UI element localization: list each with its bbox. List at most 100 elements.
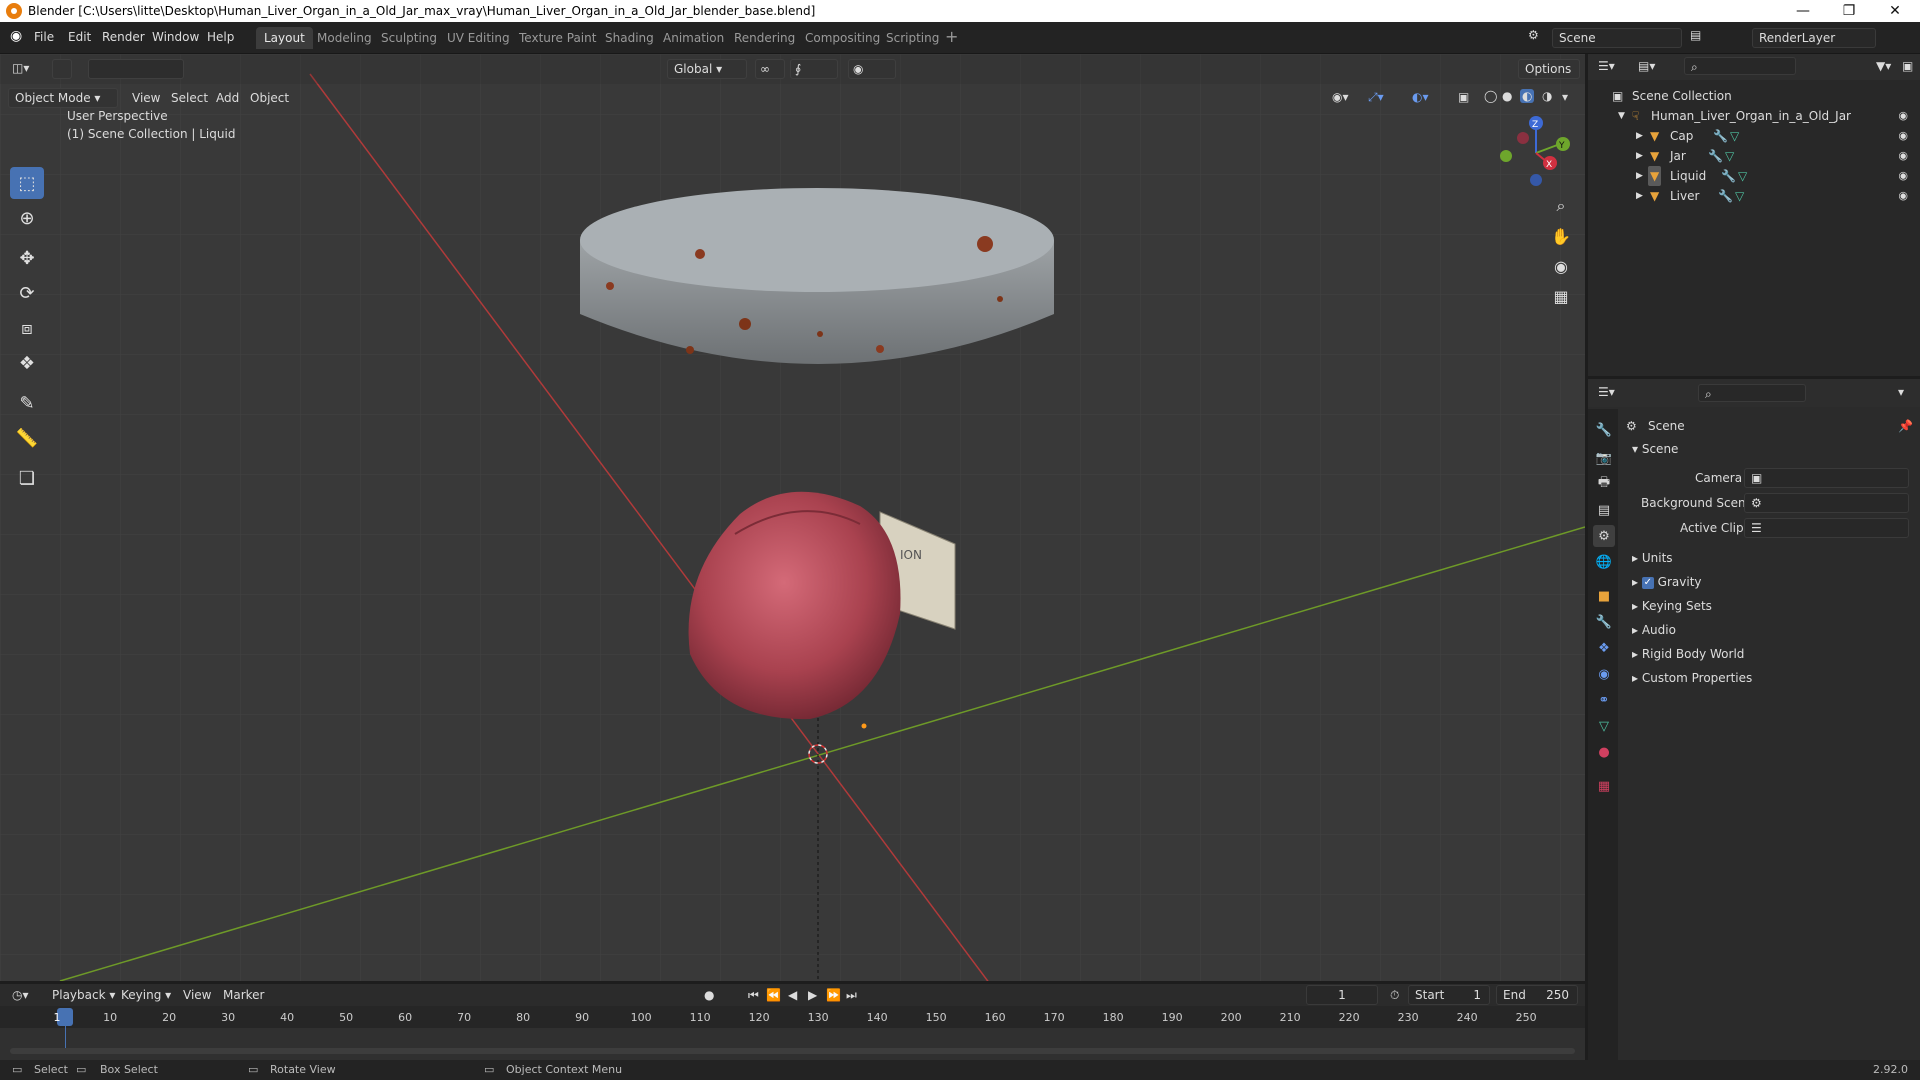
options-dropdown[interactable]: Options xyxy=(1518,59,1580,79)
outliner-row-liver[interactable]: ▶ ▼ Liver 🔧 ▽ ◉ xyxy=(1588,186,1920,206)
perspective-toggle-icon[interactable]: ▦ xyxy=(1547,282,1575,310)
visibility-eye-icon[interactable]: ◉ xyxy=(1898,146,1908,166)
mesh-data-icon[interactable]: ▽ xyxy=(1738,166,1747,186)
mesh-data-icon[interactable]: ▽ xyxy=(1735,186,1744,206)
menu-edit[interactable]: Edit xyxy=(68,30,91,44)
close-button[interactable]: ✕ xyxy=(1872,0,1918,22)
viewport-menu-view[interactable]: View xyxy=(132,91,160,105)
zoom-icon[interactable]: ⌕ xyxy=(1547,192,1575,220)
modifier-tab-icon[interactable]: 🔧 xyxy=(1593,611,1615,633)
outliner-row-cap[interactable]: ▶ ▼ Cap 🔧 ▽ ◉ xyxy=(1588,126,1920,146)
view-layer-tab-icon[interactable]: ▤ xyxy=(1593,499,1615,521)
transform-tool-icon[interactable]: ❖ xyxy=(10,347,44,379)
timeline-editor-type-icon[interactable]: ◷▾ xyxy=(12,988,29,1002)
scene-tab-icon[interactable]: ⚙ xyxy=(1593,525,1615,547)
move-tool-icon[interactable]: ✥ xyxy=(10,242,44,274)
tab-compositing[interactable]: Compositing xyxy=(797,27,888,49)
jump-keyframe-back-icon[interactable]: ⏪ xyxy=(766,988,781,1002)
blender-menu-icon[interactable]: ◉ xyxy=(10,28,22,44)
visibility-eye-icon[interactable]: ◉ xyxy=(1898,106,1908,126)
tab-scripting[interactable]: Scripting xyxy=(878,27,947,49)
output-tab-icon[interactable]: 🖶 xyxy=(1593,473,1615,495)
select-box-tool-icon[interactable]: ⬚ xyxy=(10,167,44,199)
jump-start-icon[interactable]: ⏮ xyxy=(748,988,759,1003)
properties-search-input[interactable]: ⌕ xyxy=(1698,384,1806,402)
tab-modeling[interactable]: Modeling xyxy=(309,27,380,49)
material-tab-icon[interactable]: ● xyxy=(1593,741,1615,763)
restore-button[interactable]: ❐ xyxy=(1826,0,1872,22)
wireframe-shading-icon[interactable]: ◯ xyxy=(1484,89,1497,103)
shading-options-icon[interactable]: ▾ xyxy=(1562,90,1568,104)
gravity-checkbox[interactable]: ✓ xyxy=(1641,576,1654,589)
viewport-menu-object[interactable]: Object xyxy=(250,91,289,105)
visibility-eye-icon[interactable]: ◉ xyxy=(1898,166,1908,186)
camera-field[interactable]: ▣ xyxy=(1744,468,1909,488)
pin-icon[interactable]: 📌 xyxy=(1898,419,1913,433)
particles-tab-icon[interactable]: ❖ xyxy=(1593,637,1615,659)
visibility-eye-icon[interactable]: ◉ xyxy=(1898,186,1908,206)
overlay-toggle-icon[interactable]: ◐▾ xyxy=(1412,90,1429,104)
timeline-scrollbar[interactable] xyxy=(10,1048,1575,1054)
timeline-menu-view[interactable]: View xyxy=(183,988,211,1002)
physics-tab-icon[interactable]: ◉ xyxy=(1593,663,1615,685)
gravity-panel-header[interactable]: ▸ ✓ Gravity xyxy=(1632,575,1702,589)
editor-type-icon[interactable]: ◫▾ xyxy=(12,61,29,75)
mode-dropdown[interactable]: Object Mode ▾ xyxy=(8,88,118,108)
texture-tab-icon[interactable]: ▦ xyxy=(1593,775,1615,797)
outliner-row-scene-collection[interactable]: ▣ Scene Collection xyxy=(1588,86,1920,106)
tab-texture-paint[interactable]: Texture Paint xyxy=(511,27,604,49)
modifier-wrench-icon[interactable]: 🔧 xyxy=(1718,186,1733,206)
tab-rendering[interactable]: Rendering xyxy=(726,27,803,49)
menu-help[interactable]: Help xyxy=(207,30,234,44)
renderlayer-selector[interactable]: RenderLayer xyxy=(1752,28,1876,48)
mesh-data-icon[interactable]: ▽ xyxy=(1725,146,1734,166)
new-collection-icon[interactable]: ▣ xyxy=(1902,59,1913,73)
xray-toggle-icon[interactable]: ▣ xyxy=(1458,90,1469,104)
cursor-tool-icon[interactable]: ⊕ xyxy=(10,202,44,234)
outliner-row-liquid[interactable]: ▶ ▼ Liquid 🔧 ▽ ◉ xyxy=(1588,166,1920,186)
viewport-menu-add[interactable]: Add xyxy=(216,91,239,105)
jar-cap-object[interactable] xyxy=(580,188,1054,364)
data-tab-icon[interactable]: ▽ xyxy=(1593,715,1615,737)
scene-selector[interactable]: Scene xyxy=(1552,28,1682,48)
viewport-menu-select[interactable]: Select xyxy=(171,91,208,105)
expand-arrow-icon[interactable]: ▶ xyxy=(1636,166,1643,186)
gizmo-toggle-icon[interactable]: ⤢▾ xyxy=(1368,90,1384,105)
rotate-tool-icon[interactable]: ⟳ xyxy=(10,277,44,309)
pan-hand-icon[interactable]: ✋ xyxy=(1547,222,1575,250)
mesh-data-icon[interactable]: ▽ xyxy=(1730,126,1739,146)
tab-sculpting[interactable]: Sculpting xyxy=(373,27,445,49)
snap-icon[interactable]: ∮ xyxy=(790,59,838,79)
camera-view-icon[interactable]: ◉ xyxy=(1547,252,1575,280)
timeline-menu-marker[interactable]: Marker xyxy=(223,988,264,1002)
timeline-menu-playback[interactable]: Playback ▾ xyxy=(52,988,115,1002)
tab-shading[interactable]: Shading xyxy=(597,27,662,49)
end-frame-field[interactable]: End 250 xyxy=(1496,985,1578,1005)
tab-uv-editing[interactable]: UV Editing xyxy=(439,27,518,49)
menu-window[interactable]: Window xyxy=(152,30,199,44)
keying-sets-panel-header[interactable]: ▸ Keying Sets xyxy=(1632,599,1712,613)
3d-viewport[interactable]: ION Z Y X ◫▾ Global ▾ ∞ ∮ ◉ Options Obje… xyxy=(0,54,1585,981)
menu-render[interactable]: Render xyxy=(102,30,145,44)
selection-mode-buttons[interactable] xyxy=(88,59,184,79)
render-tab-icon[interactable]: 📷 xyxy=(1593,447,1615,469)
modifier-wrench-icon[interactable]: 🔧 xyxy=(1721,166,1736,186)
expand-arrow-icon[interactable]: ▶ xyxy=(1636,186,1643,206)
material-preview-shading-icon[interactable]: ◐ xyxy=(1520,89,1535,103)
add-cube-tool-icon[interactable]: ❏ xyxy=(10,462,44,494)
scene-panel-header[interactable]: ▾ Scene xyxy=(1632,442,1678,456)
proportional-edit-icon[interactable]: ◉ xyxy=(848,59,896,79)
visibility-icon[interactable]: ◉▾ xyxy=(1332,90,1349,104)
visibility-eye-icon[interactable]: ◉ xyxy=(1898,126,1908,146)
jump-keyframe-forward-icon[interactable]: ⏩ xyxy=(826,988,841,1002)
pivot-point-icon[interactable]: ∞ xyxy=(755,59,785,79)
measure-tool-icon[interactable]: 📏 xyxy=(10,422,44,454)
expand-arrow-icon[interactable]: ▶ xyxy=(1636,146,1643,166)
collapse-arrow-icon[interactable]: ▼ xyxy=(1618,106,1625,126)
filter-icon[interactable]: ▼▾ xyxy=(1876,59,1891,73)
rigid-body-world-panel-header[interactable]: ▸ Rigid Body World xyxy=(1632,647,1744,661)
modifier-wrench-icon[interactable]: 🔧 xyxy=(1708,146,1723,166)
units-panel-header[interactable]: ▸ Units xyxy=(1632,551,1673,565)
outliner-row-collection[interactable]: ▼ ☟ Human_Liver_Organ_in_a_Old_Jar ◉ xyxy=(1588,106,1920,126)
jump-end-icon[interactable]: ⏭ xyxy=(846,988,857,1003)
